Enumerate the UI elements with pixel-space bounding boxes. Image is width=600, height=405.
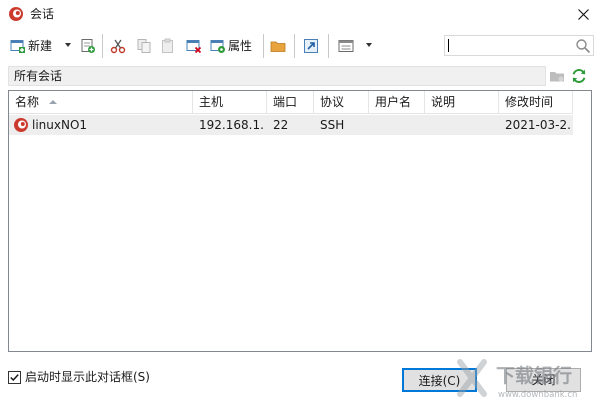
column-header-label: 说明 [431,95,456,109]
properties-icon [210,40,225,53]
startup-checkbox-label: 启动时显示此对话框(S) [25,370,150,384]
column-header-modified[interactable]: 修改时间 [499,91,573,114]
session-port: 22 [273,118,289,132]
folder-plus-icon [81,39,95,53]
session-list[interactable]: 名称 主机 端口 协议 用户名 说明 修改时间 linuxNO1 192.168… [8,90,592,352]
folder-path: 所有会话 [14,69,63,83]
refresh-icon[interactable] [570,67,588,85]
paste-icon [162,38,173,53]
sort-ascending-icon [49,100,57,104]
new-folder-icon[interactable] [549,68,565,84]
toolbar-separator [328,34,329,58]
column-header-label: 协议 [320,95,345,109]
list-header: 名称 主机 端口 协议 用户名 说明 修改时间 [9,91,573,114]
new-session-button[interactable]: 新建 [10,34,52,58]
view-mode-button[interactable] [338,34,354,58]
column-header-label: 用户名 [375,95,412,109]
scissors-icon [110,39,126,54]
new-session-icon [10,40,25,53]
view-mode-dropdown-arrow[interactable] [366,43,372,47]
window-title: 会话 [30,7,55,21]
session-host: 192.168.1... [199,118,265,132]
column-header-label: 端口 [273,95,298,109]
shortcut-arrow-icon [304,39,318,53]
column-header-protocol[interactable]: 协议 [314,91,369,114]
watermark-logo: 下载银行 www.downbank.cn [457,359,577,400]
properties-button[interactable]: 属性 [210,34,252,58]
new-folder-toolbar-button[interactable] [80,34,96,58]
checkmark-icon [10,374,19,382]
column-header-label: 名称 [15,95,40,109]
close-icon [577,8,589,20]
toolbar-separator [294,34,295,58]
watermark-subtext: www.downbank.cn [498,390,577,400]
open-folder-button[interactable] [270,34,286,58]
session-modified: 2021-03-2... [505,118,571,132]
paste-button[interactable] [160,34,176,58]
session-logo-icon [14,118,28,132]
delete-icon [186,40,202,54]
column-header-label: 修改时间 [505,95,554,109]
close-window-button[interactable] [566,0,600,28]
properties-label: 属性 [228,39,253,53]
column-header-label: 主机 [199,95,224,109]
list-view-icon [338,40,354,52]
session-name: linuxNO1 [32,118,88,132]
watermark-text: 下载银行 [496,364,572,387]
toolbar-separator [263,34,264,58]
table-row[interactable]: linuxNO1 192.168.1... 22 SSH 2021-03-2..… [9,115,573,135]
copy-button[interactable] [136,34,152,58]
xshell-logo-icon [9,7,23,21]
column-header-host[interactable]: 主机 [193,91,267,114]
toolbar-separator [102,34,103,58]
search-field[interactable] [444,35,594,56]
shortcut-button[interactable] [303,34,319,58]
title-bar: 会话 [0,0,600,28]
checkbox-box[interactable] [8,371,21,384]
search-input[interactable] [449,38,569,53]
copy-icon [137,39,151,53]
new-session-label: 新建 [28,39,53,53]
cut-button[interactable] [110,34,126,58]
folder-open-icon [270,41,286,52]
search-icon[interactable] [575,38,591,54]
new-session-dropdown-arrow[interactable] [65,43,71,47]
column-header-description[interactable]: 说明 [425,91,499,114]
column-header-name[interactable]: 名称 [9,91,193,114]
folder-path-bar: 所有会话 [8,66,546,86]
column-header-username[interactable]: 用户名 [369,91,425,114]
delete-button[interactable] [186,34,202,58]
show-on-startup-checkbox[interactable]: 启动时显示此对话框(S) [8,370,183,386]
column-header-port[interactable]: 端口 [267,91,314,114]
session-protocol: SSH [320,118,345,132]
